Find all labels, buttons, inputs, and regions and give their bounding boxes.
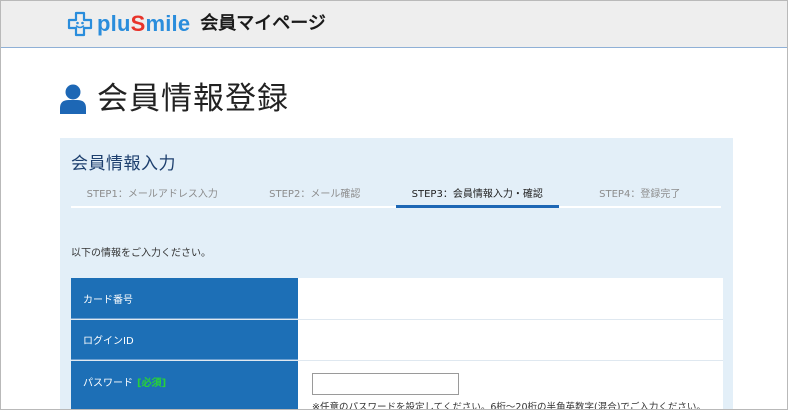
- password-note: ※任意のパスワードを設定してください。6桁～20桁の半角英数字(混合)でご入力く…: [312, 402, 706, 410]
- card-number-label: カード番号: [71, 278, 298, 319]
- step-3-active: STEP3：会員情報入力・確認: [396, 186, 559, 208]
- password-value-cell: ※任意のパスワードを設定してください。6桁～20桁の半角英数字(混合)でご入力く…: [298, 361, 723, 410]
- page-title-text: 会員情報登録: [97, 81, 289, 117]
- form-row-login-id: ログインID: [71, 320, 723, 361]
- header-bar: pluSmile 会員マイページ: [1, 1, 787, 48]
- password-label-cell: パスワード [必須]: [71, 361, 298, 409]
- password-input[interactable]: [312, 373, 459, 395]
- intro-text: 以下の情報をご入力ください。: [71, 248, 211, 259]
- page-title: 会員情報登録: [59, 79, 289, 119]
- page-frame: pluSmile 会員マイページ 会員情報登録 会員情報入力 STEP1：メール…: [0, 0, 788, 410]
- form-row-password: パスワード [必須] ※任意のパスワードを設定してください。6桁～20桁の半角英…: [71, 361, 723, 410]
- registration-form: カード番号 ログインID パスワード [必須] ※任意のパスワードを設定してくだ…: [71, 278, 723, 410]
- plusmile-logo-icon: [67, 11, 93, 37]
- required-badge: [必須]: [137, 378, 167, 389]
- step-4: STEP4：登録完了: [558, 186, 721, 208]
- step-indicator: STEP1：メールアドレス入力 STEP2：メール確認 STEP3：会員情報入力…: [71, 186, 721, 208]
- member-info-panel: 会員情報入力 STEP1：メールアドレス入力 STEP2：メール確認 STEP3…: [60, 138, 733, 410]
- form-row-card-number: カード番号: [71, 278, 723, 320]
- card-number-value: [298, 278, 723, 319]
- login-id-value: [298, 320, 723, 360]
- step-1: STEP1：メールアドレス入力: [71, 186, 234, 208]
- step-2: STEP2：メール確認: [233, 186, 396, 208]
- logo[interactable]: pluSmile 会員マイページ: [67, 11, 326, 37]
- password-label: パスワード: [83, 378, 133, 389]
- user-icon: [60, 84, 86, 114]
- brand-name: pluSmile: [97, 11, 191, 36]
- panel-heading: 会員情報入力: [71, 154, 176, 174]
- site-title: 会員マイページ: [200, 13, 326, 34]
- login-id-label: ログインID: [71, 320, 298, 360]
